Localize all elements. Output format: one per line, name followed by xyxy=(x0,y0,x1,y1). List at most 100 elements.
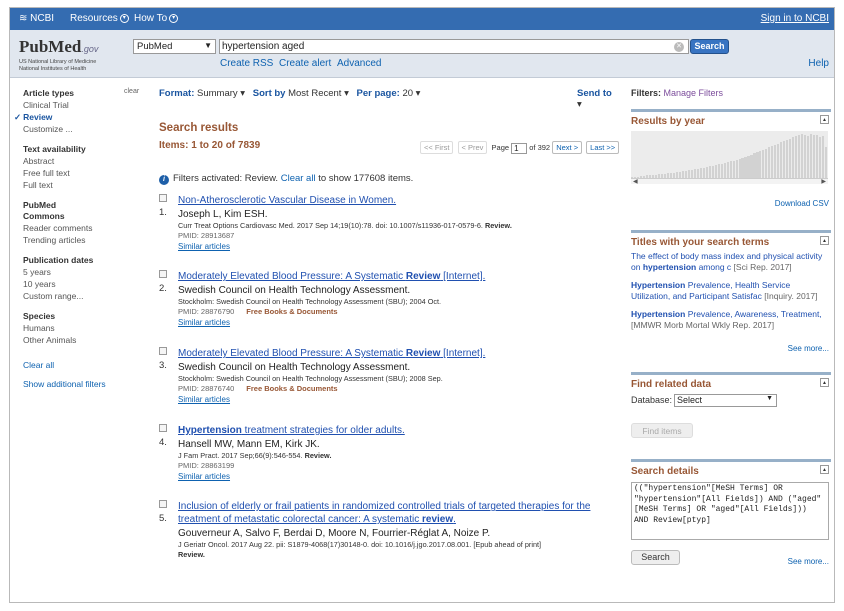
year-bar[interactable] xyxy=(792,137,795,178)
year-bar[interactable] xyxy=(711,165,714,178)
filter-other-animals[interactable]: Other Animals xyxy=(23,334,143,346)
year-bar[interactable] xyxy=(789,138,792,178)
clear-all-filters-link[interactable]: Clear all xyxy=(281,173,316,184)
filter-abstract[interactable]: Abstract xyxy=(23,155,143,167)
free-books-badge[interactable]: Free Books & Documents xyxy=(246,307,337,316)
filter-10-years[interactable]: 10 years xyxy=(23,278,143,290)
year-bar[interactable] xyxy=(717,164,720,178)
filter-custom-range[interactable]: Custom range... xyxy=(23,290,143,302)
result-checkbox[interactable] xyxy=(159,347,167,355)
year-bar[interactable] xyxy=(780,142,783,178)
timeline-slider[interactable]: ◀ ▶ xyxy=(631,178,828,185)
related-title-link[interactable]: The effect of body mass index and physic… xyxy=(631,251,831,273)
year-bar[interactable] xyxy=(720,163,723,178)
result-checkbox[interactable] xyxy=(159,194,167,202)
result-title-link[interactable]: Non-Atherosclerotic Vascular Disease in … xyxy=(178,194,609,207)
year-bar[interactable] xyxy=(810,134,813,178)
year-bar[interactable] xyxy=(816,134,819,178)
year-bar[interactable] xyxy=(804,134,807,178)
year-bar[interactable] xyxy=(723,162,726,178)
collapse-icon[interactable]: ▲ xyxy=(820,465,829,474)
year-bar[interactable] xyxy=(777,143,780,178)
prev-page-button[interactable]: < Prev xyxy=(457,141,488,154)
year-bar[interactable] xyxy=(753,153,756,178)
year-bar[interactable] xyxy=(693,169,696,178)
year-bar[interactable] xyxy=(744,156,747,178)
filter-full-text[interactable]: Full text xyxy=(23,179,143,191)
filter-clinical-trial[interactable]: Clinical Trial xyxy=(23,99,143,111)
year-bar[interactable] xyxy=(819,137,822,178)
find-items-button[interactable]: Find items xyxy=(631,423,693,438)
year-bar[interactable] xyxy=(705,166,708,178)
free-books-badge[interactable]: Free Books & Documents xyxy=(246,384,337,393)
year-bar[interactable] xyxy=(729,161,732,178)
slider-right-icon[interactable]: ▶ xyxy=(821,178,826,185)
filter-humans[interactable]: Humans xyxy=(23,322,143,334)
result-title-link[interactable]: Hypertension treatment strategies for ol… xyxy=(178,424,609,437)
year-bar[interactable] xyxy=(798,135,801,178)
year-bar[interactable] xyxy=(657,174,661,178)
show-additional-filters-link[interactable]: Show additional filters xyxy=(23,379,106,389)
manage-filters-link[interactable]: Manage Filters xyxy=(664,88,724,98)
similar-articles-link[interactable]: Similar articles xyxy=(178,317,609,328)
year-bar[interactable] xyxy=(669,173,672,178)
year-bar[interactable] xyxy=(663,173,666,178)
pubmed-logo[interactable]: PubMed.gov US National Library of Medici… xyxy=(19,37,98,73)
year-bar[interactable] xyxy=(651,174,655,178)
year-bar[interactable] xyxy=(660,174,663,178)
details-search-button[interactable]: Search xyxy=(631,550,680,565)
year-bar[interactable] xyxy=(801,134,804,178)
year-bar[interactable] xyxy=(726,162,729,178)
perpage-menu[interactable]: Per page: 20 ▾ xyxy=(357,88,421,99)
result-checkbox[interactable] xyxy=(159,424,167,432)
year-bar[interactable] xyxy=(634,176,637,178)
format-menu[interactable]: Format: Summary ▾ xyxy=(159,88,245,99)
filter-trending[interactable]: Trending articles xyxy=(23,234,143,246)
year-bar[interactable] xyxy=(696,168,699,178)
result-title-link[interactable]: Moderately Elevated Blood Pressure: A Sy… xyxy=(178,270,609,283)
search-button[interactable]: Search xyxy=(690,39,729,54)
database-select[interactable]: PubMed ▼ xyxy=(133,39,216,54)
year-bar[interactable] xyxy=(783,141,786,178)
filter-free-full-text[interactable]: Free full text xyxy=(23,167,143,179)
year-bar[interactable] xyxy=(771,146,774,178)
year-bar[interactable] xyxy=(687,170,690,178)
year-bar[interactable] xyxy=(699,168,702,178)
signin-link[interactable]: Sign in to NCBI xyxy=(761,13,829,24)
see-more-titles-link[interactable]: See more... xyxy=(788,344,829,353)
year-bar[interactable] xyxy=(735,159,738,178)
year-bar[interactable] xyxy=(750,154,753,178)
search-input[interactable]: hypertension aged ✕ xyxy=(219,39,689,54)
related-title-link[interactable]: Hypertension Prevalence, Awareness, Trea… xyxy=(631,309,831,331)
year-bar[interactable] xyxy=(825,147,828,178)
year-bar[interactable] xyxy=(786,139,789,178)
result-checkbox[interactable] xyxy=(159,500,167,508)
ncbi-logo[interactable]: ≋ NCBI xyxy=(19,13,54,24)
year-bar[interactable] xyxy=(681,171,684,178)
year-bar[interactable] xyxy=(702,167,705,178)
year-bar[interactable] xyxy=(666,173,669,178)
result-checkbox[interactable] xyxy=(159,270,167,278)
year-bar[interactable] xyxy=(813,135,816,178)
year-bar[interactable] xyxy=(708,166,711,178)
year-bar[interactable] xyxy=(672,172,675,178)
year-bar[interactable] xyxy=(690,169,693,178)
sort-menu[interactable]: Sort by Most Recent ▾ xyxy=(253,88,349,99)
year-bar[interactable] xyxy=(762,150,765,178)
year-bar[interactable] xyxy=(684,170,687,178)
year-bar[interactable] xyxy=(807,135,810,178)
year-bar[interactable] xyxy=(631,177,634,178)
year-bar[interactable] xyxy=(795,136,798,178)
year-bar[interactable] xyxy=(774,144,777,178)
filter-reader-comments[interactable]: Reader comments xyxy=(23,222,143,234)
create-alert-link[interactable]: Create alert xyxy=(279,58,331,69)
slider-left-icon[interactable]: ◀ xyxy=(633,178,638,185)
year-bar[interactable] xyxy=(768,147,771,178)
year-bar[interactable] xyxy=(654,174,658,178)
search-details-textarea[interactable]: (("hypertension"[MeSH Terms] OR "hyperte… xyxy=(631,482,829,540)
related-title-link[interactable]: Hypertension Prevalence, Health Service … xyxy=(631,280,831,302)
year-bar[interactable] xyxy=(822,136,825,178)
year-bar[interactable] xyxy=(765,148,768,178)
similar-articles-link[interactable]: Similar articles xyxy=(178,471,609,482)
send-to-menu[interactable]: Send to ▾ xyxy=(577,88,619,110)
